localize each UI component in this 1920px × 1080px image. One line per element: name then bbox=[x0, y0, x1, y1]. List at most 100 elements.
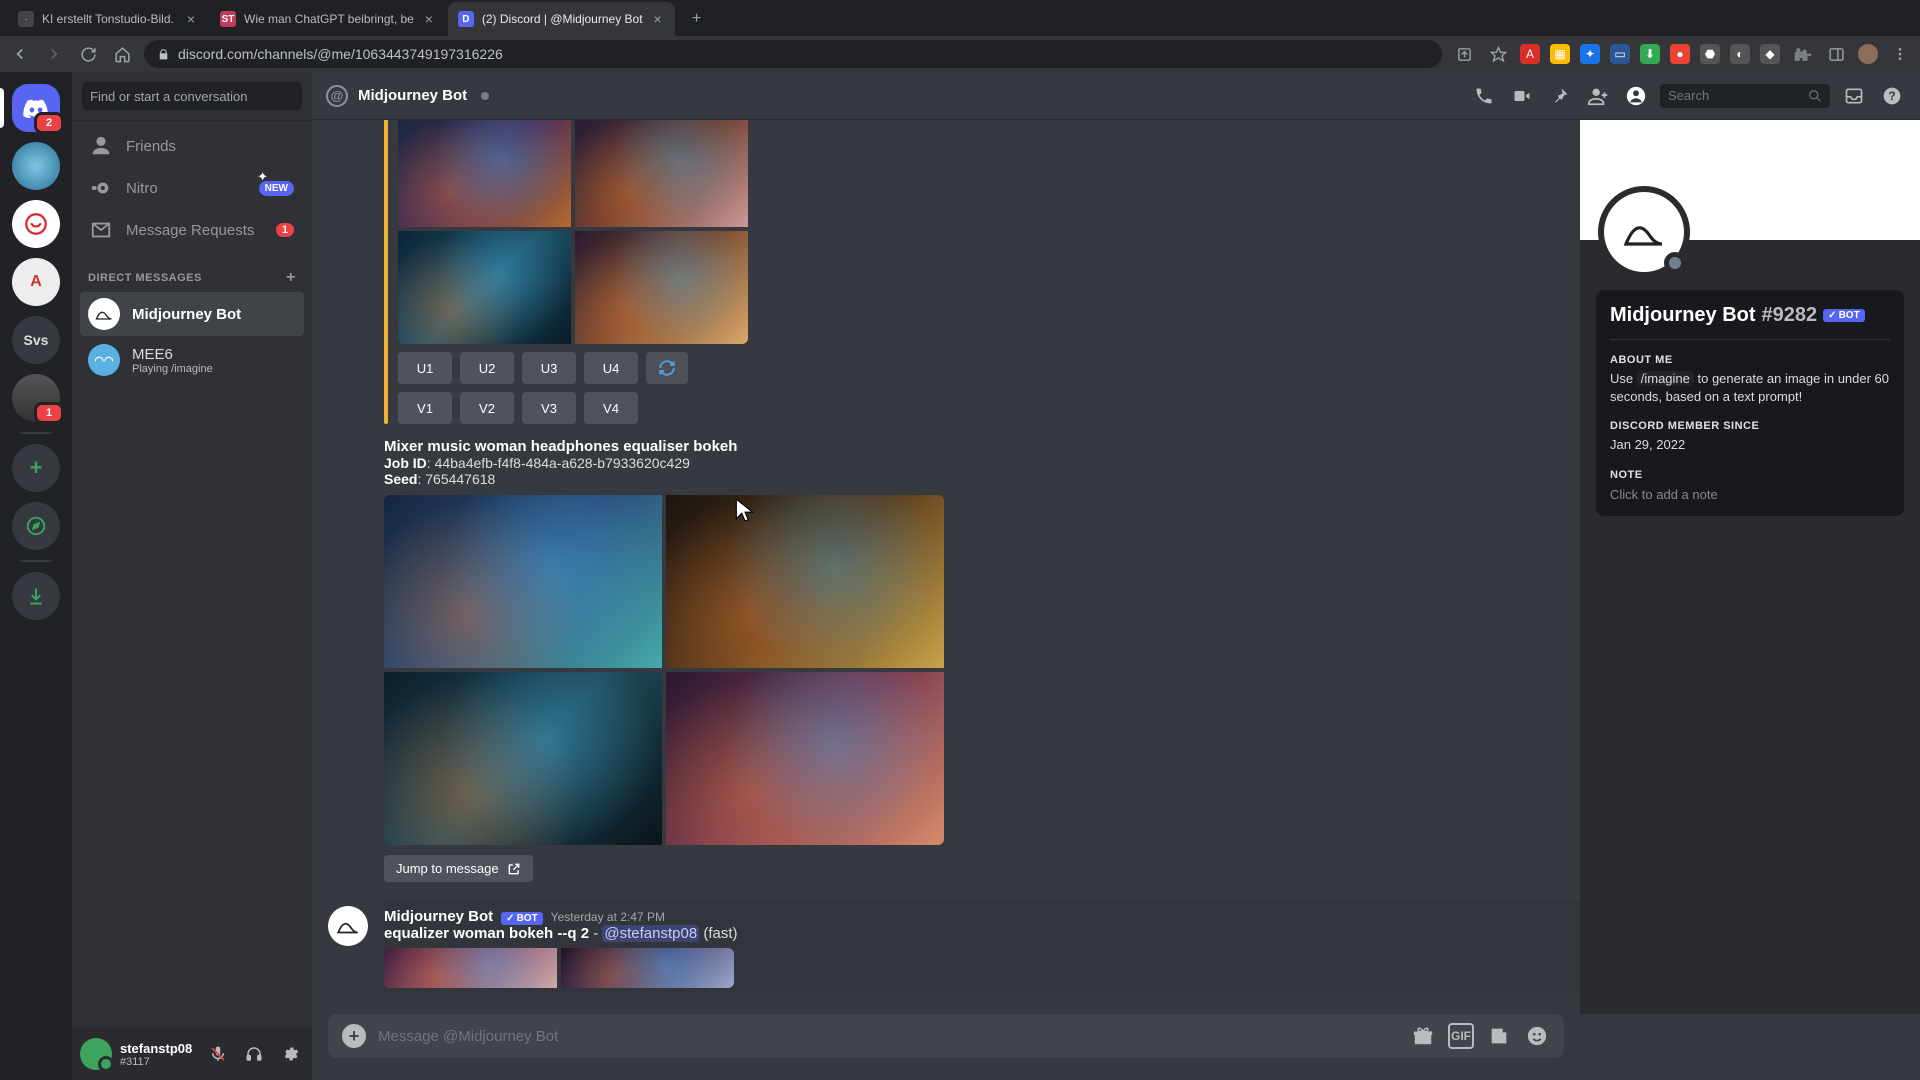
profile-name: Midjourney Bot#9282 ✓ BOT bbox=[1610, 304, 1890, 327]
image-grid[interactable] bbox=[384, 948, 734, 988]
close-icon[interactable]: × bbox=[651, 12, 665, 26]
u4-button[interactable]: U4 bbox=[584, 352, 638, 384]
generated-image[interactable] bbox=[666, 495, 944, 668]
v4-button[interactable]: V4 bbox=[584, 392, 638, 424]
image-grid[interactable] bbox=[398, 120, 748, 344]
server-icon[interactable]: A bbox=[12, 258, 60, 306]
extension-icon[interactable]: ◐ bbox=[1730, 44, 1750, 64]
server-icon[interactable] bbox=[12, 200, 60, 248]
extension-icon[interactable]: ▦ bbox=[1550, 44, 1570, 64]
add-friends-button[interactable] bbox=[1584, 82, 1612, 110]
server-icon[interactable]: 1 bbox=[12, 374, 60, 422]
dm-home-button[interactable]: 2 bbox=[12, 84, 60, 132]
u2-button[interactable]: U2 bbox=[460, 352, 514, 384]
extension-icon[interactable]: ▭ bbox=[1610, 44, 1630, 64]
add-server-button[interactable]: + bbox=[12, 444, 60, 492]
tab-strip: · KI erstellt Tonstudio-Bild. × ST Wie m… bbox=[0, 0, 1920, 36]
v1-button[interactable]: V1 bbox=[398, 392, 452, 424]
create-dm-button[interactable]: + bbox=[286, 269, 296, 287]
v3-button[interactable]: V3 bbox=[522, 392, 576, 424]
dm-header: DIRECT MESSAGES + bbox=[72, 255, 312, 291]
profile-avatar[interactable] bbox=[1598, 186, 1690, 278]
help-button[interactable]: ? bbox=[1878, 82, 1906, 110]
reload-button[interactable] bbox=[76, 42, 100, 66]
server-icon[interactable]: Svs bbox=[12, 316, 60, 364]
gift-button[interactable] bbox=[1410, 1023, 1436, 1049]
mute-mic-button[interactable] bbox=[204, 1040, 232, 1068]
message-list[interactable]: U1 U2 U3 U4 V1 V2 V3 V4 bbox=[312, 120, 1580, 1014]
extension-icon[interactable]: ✦ bbox=[1580, 44, 1600, 64]
chrome-menu-icon[interactable] bbox=[1888, 42, 1912, 66]
reroll-button[interactable] bbox=[646, 352, 688, 384]
dm-item-midjourney[interactable]: Midjourney Bot bbox=[80, 292, 304, 336]
generated-image[interactable] bbox=[398, 120, 571, 227]
v2-button[interactable]: V2 bbox=[460, 392, 514, 424]
side-panel-icon[interactable] bbox=[1824, 42, 1848, 66]
extension-icon[interactable]: ⬣ bbox=[1700, 44, 1720, 64]
bookmark-star-icon[interactable] bbox=[1486, 42, 1510, 66]
sticker-button[interactable] bbox=[1486, 1023, 1512, 1049]
home-button[interactable] bbox=[110, 42, 134, 66]
dm-item-mee6[interactable]: ◠◠ MEE6 Playing /imagine bbox=[80, 338, 304, 382]
user-settings-button[interactable] bbox=[276, 1040, 304, 1068]
deafen-button[interactable] bbox=[240, 1040, 268, 1068]
message-author[interactable]: Midjourney Bot bbox=[384, 908, 493, 925]
generated-image[interactable] bbox=[398, 231, 571, 344]
nitro-nav[interactable]: Nitro ✦ NEW bbox=[80, 167, 304, 209]
avatar: ◠◠ bbox=[88, 344, 120, 376]
extension-icon[interactable]: ⬇ bbox=[1640, 44, 1660, 64]
u3-button[interactable]: U3 bbox=[522, 352, 576, 384]
message-timestamp: Yesterday at 2:47 PM bbox=[551, 910, 665, 924]
server-rail: 2 A Svs 1 + bbox=[0, 72, 72, 1080]
generated-image[interactable] bbox=[384, 495, 662, 668]
browser-tab[interactable]: D (2) Discord | @Midjourney Bot × bbox=[448, 2, 675, 36]
close-icon[interactable]: × bbox=[184, 12, 198, 26]
browser-tab[interactable]: ST Wie man ChatGPT beibringt, be × bbox=[210, 2, 446, 36]
jump-to-message-button[interactable]: Jump to message bbox=[384, 855, 533, 882]
generated-image[interactable] bbox=[575, 120, 748, 227]
video-call-button[interactable] bbox=[1508, 82, 1536, 110]
extensions-menu-icon[interactable] bbox=[1790, 42, 1814, 66]
explore-button[interactable] bbox=[12, 502, 60, 550]
self-avatar[interactable] bbox=[80, 1038, 112, 1070]
extension-icon[interactable]: A bbox=[1520, 44, 1540, 64]
address-bar[interactable]: discord.com/channels/@me/106344374919731… bbox=[144, 40, 1442, 68]
rail-separator bbox=[20, 432, 52, 434]
message-requests-nav[interactable]: Message Requests 1 bbox=[80, 209, 304, 251]
forward-button[interactable] bbox=[42, 42, 66, 66]
gif-button[interactable]: GIF bbox=[1448, 1023, 1474, 1049]
extension-icon[interactable]: ◆ bbox=[1760, 44, 1780, 64]
inbox-button[interactable] bbox=[1840, 82, 1868, 110]
emoji-button[interactable] bbox=[1524, 1023, 1550, 1049]
user-mention[interactable]: @stefanstp08 bbox=[602, 925, 699, 942]
attach-button[interactable]: + bbox=[342, 1024, 366, 1048]
close-icon[interactable]: × bbox=[422, 12, 436, 26]
dm-search-input[interactable]: Find or start a conversation bbox=[82, 82, 302, 110]
new-tab-button[interactable]: + bbox=[683, 5, 711, 33]
message-avatar[interactable] bbox=[328, 906, 368, 946]
profile-avatar-icon[interactable] bbox=[1858, 44, 1878, 64]
u1-button[interactable]: U1 bbox=[398, 352, 452, 384]
composer-input[interactable]: Message @Midjourney Bot bbox=[378, 1028, 1398, 1045]
extensions-strip: A ▦ ✦ ▭ ⬇ ● ⬣ ◐ ◆ bbox=[1520, 42, 1912, 66]
voice-call-button[interactable] bbox=[1470, 82, 1498, 110]
generated-image[interactable] bbox=[666, 672, 944, 845]
share-icon[interactable] bbox=[1452, 42, 1476, 66]
generated-image[interactable] bbox=[575, 231, 748, 344]
member-since-value: Jan 29, 2022 bbox=[1610, 436, 1890, 454]
extension-icon[interactable]: ● bbox=[1670, 44, 1690, 64]
generated-image[interactable] bbox=[561, 948, 734, 988]
search-input[interactable]: Search bbox=[1660, 84, 1830, 108]
note-input[interactable]: Click to add a note bbox=[1610, 487, 1890, 502]
pinned-messages-button[interactable] bbox=[1546, 82, 1574, 110]
server-icon[interactable] bbox=[12, 142, 60, 190]
message-composer: + Message @Midjourney Bot GIF bbox=[328, 1014, 1564, 1058]
image-grid[interactable] bbox=[384, 495, 944, 845]
browser-tab[interactable]: · KI erstellt Tonstudio-Bild. × bbox=[8, 2, 208, 36]
friends-nav[interactable]: Friends bbox=[80, 125, 304, 167]
generated-image[interactable] bbox=[384, 948, 557, 988]
back-button[interactable] bbox=[8, 42, 32, 66]
generated-image[interactable] bbox=[384, 672, 662, 845]
user-profile-button[interactable] bbox=[1622, 82, 1650, 110]
download-apps-button[interactable] bbox=[12, 572, 60, 620]
